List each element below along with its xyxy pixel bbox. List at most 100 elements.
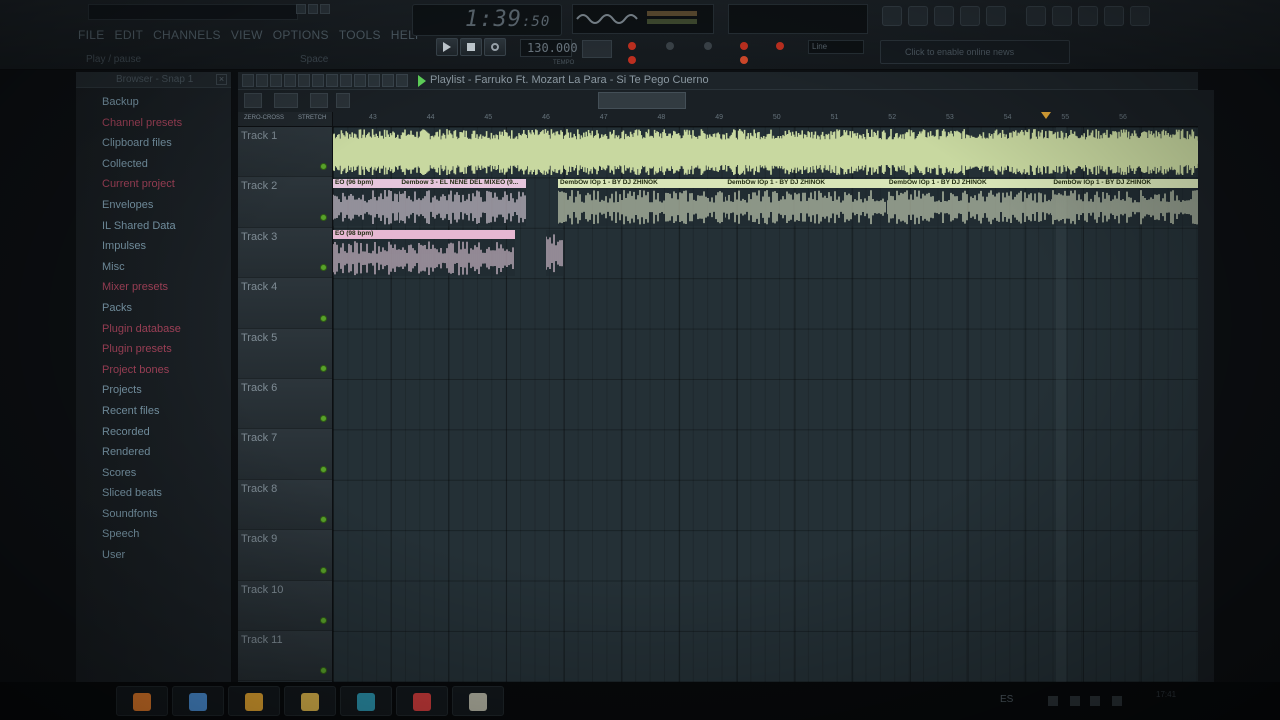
track-enable-led[interactable] <box>320 566 327 574</box>
help-icon[interactable] <box>1130 6 1150 26</box>
track-header[interactable]: Track 6 <box>238 379 332 430</box>
browser-item-current-project[interactable]: Current project <box>76 174 231 195</box>
browser-item-impulses[interactable]: Impulses <box>76 236 231 257</box>
vertical-scrollbar[interactable] <box>1198 90 1214 682</box>
overdub-led[interactable] <box>740 42 748 50</box>
track-enable-led[interactable] <box>320 667 327 675</box>
browser-item-clipboard-files[interactable]: Clipboard files <box>76 133 231 154</box>
menu-edit[interactable]: EDIT <box>115 28 144 42</box>
audio-clip[interactable] <box>333 129 1198 176</box>
snap-mode-select[interactable]: Line <box>808 40 864 54</box>
time-display[interactable]: 1:39:50 <box>465 7 550 32</box>
track-enable-led[interactable] <box>320 616 327 624</box>
render-icon[interactable] <box>1078 6 1098 26</box>
menu-channels[interactable]: CHANNELS <box>153 28 221 42</box>
close-icon[interactable] <box>320 4 330 14</box>
record-mode-led[interactable] <box>740 56 748 64</box>
track-header[interactable]: Track 11 <box>238 631 332 682</box>
track-enable-led[interactable] <box>320 415 327 423</box>
browser-item-projects[interactable]: Projects <box>76 380 231 401</box>
browser-item-misc[interactable]: Misc <box>76 257 231 278</box>
track-enable-led[interactable] <box>320 364 327 372</box>
menu-options[interactable]: OPTIONS <box>273 28 329 42</box>
scroll-left-icon[interactable] <box>336 93 350 108</box>
track-enable-led[interactable] <box>320 516 327 524</box>
browser-item-backup[interactable]: Backup <box>76 92 231 113</box>
magnet-icon[interactable] <box>256 74 268 87</box>
track-enable-led[interactable] <box>320 264 327 272</box>
mute-icon[interactable] <box>312 74 324 87</box>
browser-item-il-shared-data[interactable]: IL Shared Data <box>76 216 231 237</box>
audio-clip[interactable]: DembOw lOp 1 - BY DJ ZHINOK <box>1051 179 1198 226</box>
play-button[interactable] <box>436 38 458 56</box>
audio-clip[interactable]: Dembow 3 - EL NENE DEL MIXEO (9... <box>399 179 527 226</box>
metronome-led[interactable] <box>628 42 636 50</box>
playback-icon[interactable] <box>382 74 394 87</box>
audio-clip[interactable] <box>546 229 564 277</box>
taskbar-button[interactable] <box>116 686 168 716</box>
zero-cross-toggle[interactable]: ZERO-CROSS <box>244 115 284 121</box>
delete-icon[interactable] <box>298 74 310 87</box>
taskbar-button[interactable] <box>396 686 448 716</box>
tools-icon[interactable] <box>1104 6 1124 26</box>
track-enable-led[interactable] <box>320 213 327 221</box>
track-header[interactable]: Track 1 <box>238 127 332 178</box>
playlist-grid[interactable]: EO (96 bpm) Dembow 3 - EL NENE DEL MIXEO … <box>333 127 1198 682</box>
track-enable-led[interactable] <box>320 314 327 322</box>
scroll-icon[interactable] <box>396 74 408 87</box>
minimize-icon[interactable] <box>296 4 306 14</box>
language-indicator[interactable]: ES <box>1000 694 1013 705</box>
track-header[interactable]: Track 7 <box>238 429 332 480</box>
plugin-icon[interactable] <box>986 6 1006 26</box>
track-header[interactable]: Track 4 <box>238 278 332 329</box>
browser-item-collected[interactable]: Collected <box>76 154 231 175</box>
volume-icon[interactable] <box>1112 696 1122 706</box>
menu-tools[interactable]: TOOLS <box>339 28 381 42</box>
track-header[interactable]: Track 8 <box>238 479 332 531</box>
select-icon[interactable] <box>354 74 366 87</box>
track-header[interactable]: Track 3 <box>238 227 332 279</box>
browser-item-plugin-presets[interactable]: Plugin presets <box>76 339 231 360</box>
browser-item-rendered[interactable]: Rendered <box>76 442 231 463</box>
flag-icon[interactable] <box>1048 696 1058 706</box>
track-enable-led[interactable] <box>320 163 327 171</box>
tempo-display[interactable]: 130.000 <box>520 39 578 57</box>
browser-item-sliced-beats[interactable]: Sliced beats <box>76 483 231 504</box>
browser-item-soundfonts[interactable]: Soundfonts <box>76 504 231 525</box>
audio-clip[interactable]: EO (98 bpm) <box>333 229 515 277</box>
network-icon[interactable] <box>1070 696 1080 706</box>
menu-view[interactable]: VIEW <box>231 28 263 42</box>
stretch-toggle[interactable]: STRETCH <box>298 115 326 121</box>
power-icon[interactable] <box>1026 6 1046 26</box>
piano-roll-icon[interactable] <box>908 6 928 26</box>
track-header[interactable]: Track 10 <box>238 580 332 631</box>
step-edit-led[interactable] <box>628 56 636 64</box>
wait-led[interactable] <box>666 42 674 50</box>
playlist-title[interactable]: Playlist - Farruko Ft. Mozart La Para - … <box>430 74 709 86</box>
browser-item-channel-presets[interactable]: Channel presets <box>76 113 231 134</box>
pattern-selector[interactable] <box>582 40 612 58</box>
zoom-icon[interactable] <box>368 74 380 87</box>
slice-icon[interactable] <box>340 74 352 87</box>
track-header[interactable]: Track 5 <box>238 328 332 379</box>
horizontal-scrollbar[interactable] <box>598 92 686 109</box>
slip-icon[interactable] <box>326 74 338 87</box>
taskbar-button[interactable] <box>340 686 392 716</box>
taskbar-button[interactable] <box>228 686 280 716</box>
clock[interactable]: 17:41 <box>1156 690 1176 699</box>
brush-icon[interactable] <box>284 74 296 87</box>
mixer-icon[interactable] <box>960 6 980 26</box>
playlist-icon[interactable] <box>882 6 902 26</box>
menu-file[interactable]: FILE <box>78 28 105 42</box>
browser-item-recorded[interactable]: Recorded <box>76 422 231 443</box>
note-icon[interactable] <box>310 93 328 108</box>
browser-item-mixer-presets[interactable]: Mixer presets <box>76 277 231 298</box>
loop-record-led[interactable] <box>776 42 784 50</box>
taskbar-button[interactable] <box>452 686 504 716</box>
close-icon[interactable]: × <box>216 74 227 85</box>
browser-item-project-bones[interactable]: Project bones <box>76 360 231 381</box>
playhead-marker[interactable] <box>1041 112 1052 119</box>
record-button[interactable] <box>484 38 506 56</box>
audio-clip[interactable]: DembOw lOp 1 - BY DJ ZHINOK <box>725 179 887 226</box>
curve-icon[interactable] <box>274 93 298 108</box>
